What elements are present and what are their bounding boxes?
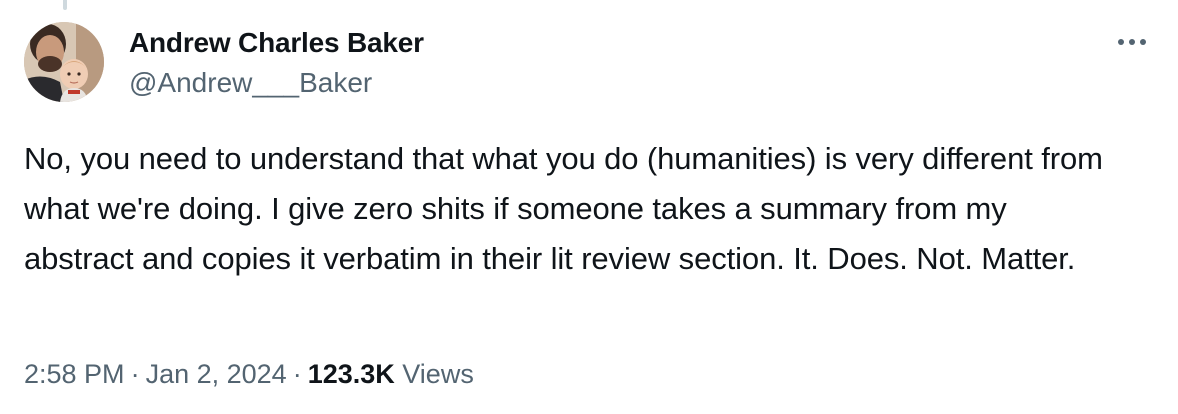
more-horizontal-icon	[1118, 39, 1146, 45]
avatar[interactable]	[24, 22, 104, 102]
avatar-image	[24, 22, 104, 102]
tweet-date: Jan 2, 2024	[145, 359, 287, 389]
thread-connector-line	[63, 0, 67, 10]
author-display-name[interactable]: Andrew Charles Baker	[129, 26, 424, 60]
tweet-timestamp-link[interactable]: 2:58 PM · Jan 2, 2024	[24, 359, 287, 389]
author-names: Andrew Charles Baker @Andrew___Baker	[129, 26, 424, 100]
separator-dot: ·	[292, 359, 302, 389]
separator-dot: ·	[130, 359, 140, 389]
author-handle[interactable]: @Andrew___Baker	[129, 66, 424, 100]
tweet-time: 2:58 PM	[24, 359, 125, 389]
more-options-button[interactable]	[1112, 28, 1152, 56]
tweet-metadata: 2:58 PM · Jan 2, 2024 · 123.3K Views	[24, 356, 474, 392]
tweet: Andrew Charles Baker @Andrew___Baker No,…	[0, 0, 1178, 414]
views-label: Views	[402, 359, 474, 389]
views-count: 123.3K	[307, 359, 395, 389]
tweet-text: No, you need to understand that what you…	[24, 141, 1103, 276]
